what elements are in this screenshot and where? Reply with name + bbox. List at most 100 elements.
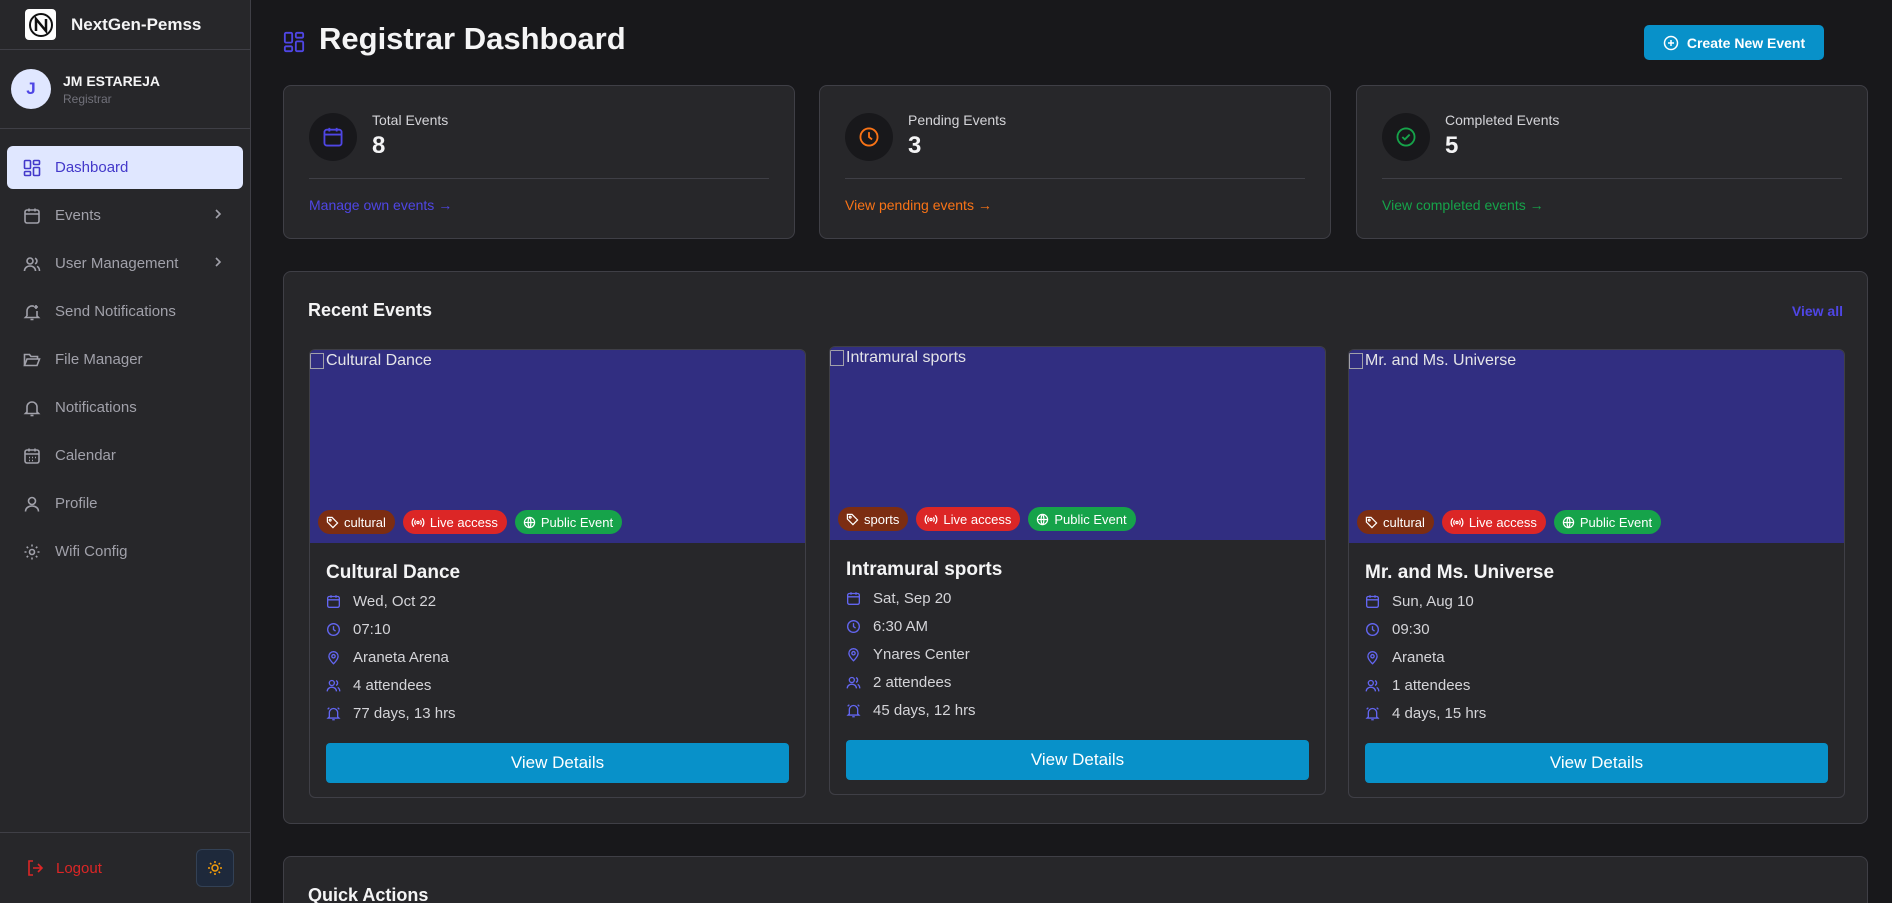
event-countdown: 4 days, 15 hrs [1365, 705, 1486, 722]
users-icon [1365, 679, 1380, 692]
sidebar-item-events[interactable]: Events [7, 194, 243, 237]
event-date: Sat, Sep 20 [846, 590, 951, 607]
view-completed-events-link[interactable]: View completed events → [1382, 197, 1544, 213]
alarm-icon [846, 704, 861, 718]
create-new-event-button[interactable]: Create New Event [1644, 25, 1824, 60]
live-access-badge: Live access [402, 510, 507, 534]
brand[interactable]: NextGen-Pemss [0, 0, 250, 50]
broken-image-icon [1349, 353, 1363, 369]
chevron-right-icon [211, 255, 225, 273]
live-access-badge: Live access [916, 507, 1021, 531]
globe-icon [1037, 513, 1049, 525]
image-alt-text: Intramural sports [830, 349, 966, 367]
sidebar-item-profile[interactable]: Profile [7, 482, 243, 525]
globe-icon [1562, 516, 1575, 528]
users-icon [22, 254, 42, 274]
view-details-button[interactable]: View Details [846, 740, 1309, 780]
sun-icon [208, 861, 222, 875]
logout-label: Logout [56, 859, 102, 877]
stat-value: 3 [908, 132, 922, 159]
view-details-button[interactable]: View Details [326, 743, 789, 783]
alarm-icon [326, 707, 341, 721]
event-time: 07:10 [326, 621, 391, 638]
public-event-badge: Public Event [1553, 510, 1662, 534]
user-role: Registrar [63, 91, 112, 106]
event-image: Intramural sports sports Live access Pub… [830, 347, 1325, 540]
stat-label: Completed Events [1445, 112, 1560, 128]
sidebar-item-label: Wifi Config [55, 543, 128, 560]
calendar-icon [847, 592, 860, 605]
broadcast-icon [1450, 517, 1464, 527]
public-event-badge: Public Event [1028, 507, 1136, 531]
event-title: Cultural Dance [326, 562, 461, 583]
recent-events-title: Recent Events [308, 300, 433, 320]
sidebar-item-notifications[interactable]: Notifications [7, 386, 243, 429]
globe-icon [523, 516, 536, 528]
dashboard-icon [22, 158, 42, 178]
sidebar-item-dashboard[interactable]: Dashboard [7, 146, 243, 189]
sidebar: NextGen-Pemss J JM ESTAREJA Registrar Da… [0, 0, 251, 903]
stat-label: Total Events [372, 112, 449, 128]
event-date: Wed, Oct 22 [326, 593, 436, 610]
sidebar-item-label: Events [55, 207, 101, 224]
clock-icon [327, 623, 340, 636]
calendar-icon [309, 113, 357, 161]
broken-image-icon [310, 353, 324, 369]
gear-icon [22, 542, 42, 562]
bell-icon [22, 398, 42, 418]
calendar-days-icon [22, 446, 42, 466]
alarm-icon [1365, 707, 1380, 721]
sidebar-item-calendar[interactable]: Calendar [7, 434, 243, 477]
event-title: Intramural sports [846, 559, 1003, 580]
event-countdown: 45 days, 12 hrs [846, 702, 976, 719]
sidebar-item-label: Dashboard [55, 159, 129, 176]
logout-button[interactable]: Logout [26, 859, 102, 877]
sidebar-item-label: File Manager [55, 351, 143, 368]
clock-icon [847, 620, 860, 633]
view-details-button[interactable]: View Details [1365, 743, 1828, 783]
page-title: Registrar Dashboard [319, 21, 626, 56]
quick-actions-title: Quick Actions [308, 885, 429, 903]
bell-plus-icon [22, 302, 42, 322]
theme-toggle-button[interactable] [196, 849, 234, 887]
check-circle-icon [1382, 113, 1430, 161]
manage-own-events-link[interactable]: Manage own events → [309, 197, 452, 213]
dashboard-icon [283, 31, 305, 58]
sidebar-footer: Logout [0, 832, 250, 903]
sidebar-item-wifi-config[interactable]: Wifi Config [7, 530, 243, 573]
arrow-right-icon: → [1529, 197, 1544, 213]
event-card: Intramural sports sports Live access Pub… [829, 346, 1326, 795]
calendar-icon [327, 595, 340, 608]
map-pin-icon [1367, 651, 1378, 665]
view-all-link[interactable]: View all [1792, 303, 1843, 319]
logout-icon [28, 860, 44, 876]
event-time: 09:30 [1365, 621, 1430, 638]
event-location: Ynares Center [846, 646, 970, 663]
stat-card-completed-events: Completed Events 5 View completed events… [1356, 85, 1868, 239]
plus-circle-icon [1663, 35, 1679, 50]
calendar-icon [1366, 595, 1379, 608]
brand-name: NextGen-Pemss [71, 14, 202, 34]
user-icon [22, 494, 42, 514]
stat-value: 8 [372, 132, 386, 159]
sidebar-item-file-manager[interactable]: File Manager [7, 338, 243, 381]
broken-image-icon [830, 350, 844, 366]
view-pending-events-link[interactable]: View pending events → [845, 197, 992, 213]
sidebar-nav: Dashboard Events User Management Send No… [0, 129, 250, 573]
users-icon [326, 679, 341, 692]
sidebar-item-label: Calendar [55, 447, 116, 464]
event-tags: sports Live access Public Event [838, 507, 1144, 531]
broadcast-icon [925, 514, 938, 524]
users-icon [846, 676, 861, 689]
sidebar-item-user-management[interactable]: User Management [7, 242, 243, 285]
map-pin-icon [848, 648, 859, 662]
image-alt-text: Mr. and Ms. Universe [1349, 352, 1516, 370]
sidebar-item-label: Profile [55, 495, 98, 512]
stat-card-pending-events: Pending Events 3 View pending events → [819, 85, 1331, 239]
stat-label: Pending Events [908, 112, 1007, 128]
event-location: Araneta [1365, 649, 1445, 666]
event-time: 6:30 AM [846, 618, 928, 635]
arrow-right-icon: → [438, 197, 453, 213]
tag-icon [846, 513, 859, 525]
sidebar-item-send-notifications[interactable]: Send Notifications [7, 290, 243, 333]
